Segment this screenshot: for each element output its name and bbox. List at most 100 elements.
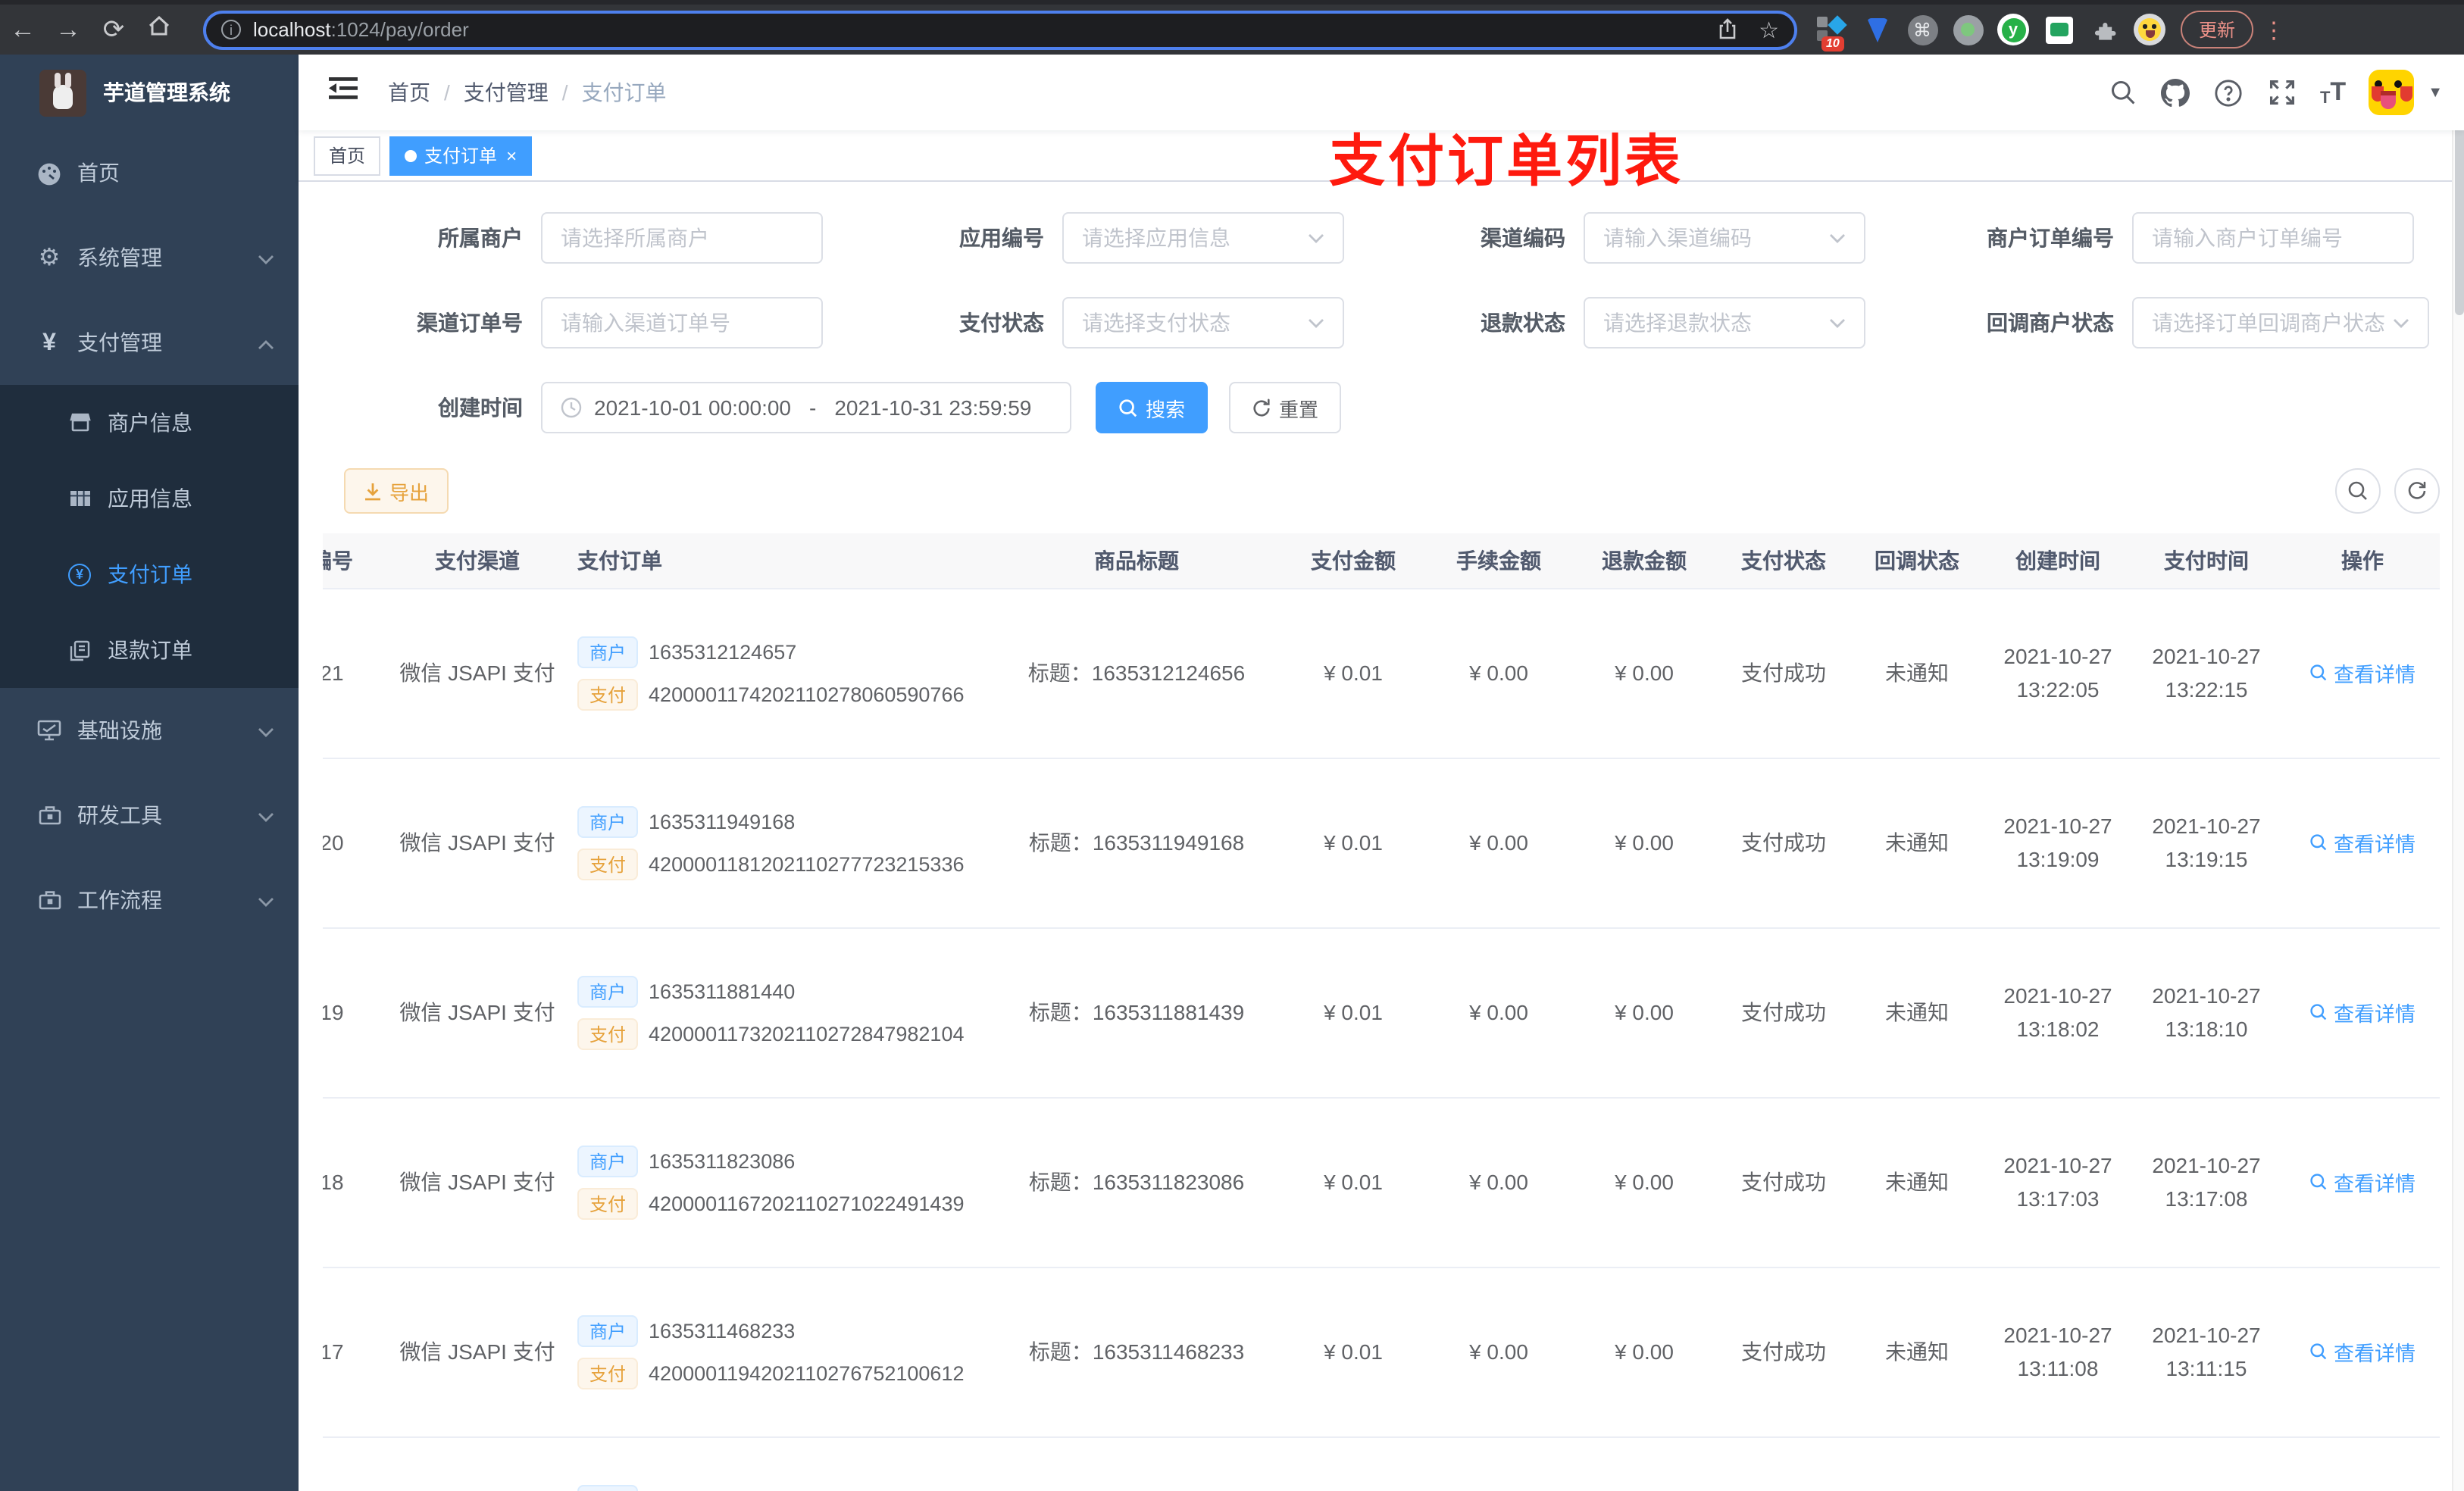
cell-id: 17 xyxy=(323,1267,392,1437)
browser-home-icon[interactable] xyxy=(136,14,182,45)
col-pay-time: 支付时间 xyxy=(2132,533,2281,589)
pay-date: 2021-10-27 xyxy=(2152,1323,2261,1347)
view-detail-link[interactable]: 查看详情 xyxy=(2309,658,2416,688)
sidebar-item-pay[interactable]: ¥ 支付管理 xyxy=(0,300,299,385)
tab-home[interactable]: 首页 xyxy=(314,136,381,175)
cell-id: 19 xyxy=(323,927,392,1098)
sidebar-item-app-info[interactable]: 应用信息 xyxy=(0,461,299,536)
channel-pay-no: 4200001194202110276752100612 xyxy=(649,1361,965,1384)
title-value: 1635311823086 xyxy=(1092,1170,1245,1194)
view-detail-link[interactable]: 查看详情 xyxy=(2309,997,2416,1027)
view-detail-label: 查看详情 xyxy=(2334,1343,2416,1365)
merchant-order-no: 1635311949168 xyxy=(649,810,796,833)
sidebar-item-workflow[interactable]: 工作流程 xyxy=(0,858,299,942)
cell-channel: 微信 JSAPI 支付 xyxy=(392,758,562,928)
view-detail-link[interactable]: 查看详情 xyxy=(2309,827,2416,858)
cell-actions: 查看详情 xyxy=(2281,1267,2440,1437)
sidebar-item-infra[interactable]: 基础设施 xyxy=(0,688,299,773)
cell-pay-order: 商户 1635311468233 支付 42000011942021102767… xyxy=(562,1267,993,1437)
title-value: 1635311881439 xyxy=(1092,1000,1245,1024)
extension-tasks-icon[interactable]: 10 xyxy=(1815,14,1847,52)
cell-callback-status: 未通知 xyxy=(1850,1267,1984,1437)
refresh-table-button[interactable] xyxy=(2394,468,2440,514)
extension-command-icon[interactable]: ⌘ xyxy=(1906,14,1938,45)
url-path: :1024/pay/order xyxy=(330,18,469,41)
tab-close-icon[interactable]: × xyxy=(506,146,517,164)
sidebar-item-devtools[interactable]: 研发工具 xyxy=(0,773,299,858)
chevron-down-icon xyxy=(1830,318,1845,327)
view-detail-link[interactable]: 查看详情 xyxy=(2309,1167,2416,1197)
extension-recorder-icon[interactable] xyxy=(1952,14,1984,45)
page-scrollbar[interactable] xyxy=(2452,55,2464,1491)
create-time: 13:17:03 xyxy=(2016,1186,2100,1211)
fullscreen-icon[interactable] xyxy=(2267,77,2297,108)
sidebar-logo[interactable]: 芋道管理系统 xyxy=(0,55,299,130)
app-select[interactable]: 请选择应用信息 xyxy=(1062,212,1344,264)
cell-fee: ¥ 0.00 xyxy=(1426,758,1571,928)
search-button[interactable]: 搜索 xyxy=(1096,382,1209,433)
show-search-toggle-button[interactable] xyxy=(2335,468,2381,514)
channel-code-select[interactable]: 请输入渠道编码 xyxy=(1584,212,1865,264)
callback-status-select[interactable]: 请选择订单回调商户状态 xyxy=(2132,297,2429,349)
extension-gem-icon[interactable] xyxy=(1861,14,1893,45)
channel-pay-no: 4200001174202110278060590766 xyxy=(649,683,965,705)
extension-y-icon[interactable]: y xyxy=(1997,14,2029,45)
extension-puzzle-icon[interactable] xyxy=(2088,14,2120,45)
sidebar-item-system[interactable]: ⚙ 系统管理 xyxy=(0,215,299,300)
create-time-range-picker[interactable]: 2021-10-01 00:00:00 - 2021-10-31 23:59:5… xyxy=(541,382,1071,433)
browser-menu-icon[interactable]: ⋮ xyxy=(2262,16,2285,43)
refresh-icon xyxy=(2408,481,2426,499)
tab-pay-order[interactable]: 支付订单 × xyxy=(389,136,533,175)
cell-refund: ¥ 0.00 xyxy=(1571,1267,1717,1437)
pay-tag: 支付 xyxy=(577,678,639,710)
download-icon xyxy=(365,483,380,500)
pay-date: 2021-10-27 xyxy=(2152,644,2261,668)
channel-order-no-input[interactable] xyxy=(541,297,823,349)
create-date: 2021-10-27 xyxy=(2003,1323,2112,1347)
cell-fee xyxy=(1426,1436,1571,1491)
browser-reload-icon[interactable]: ⟳ xyxy=(91,14,136,45)
title-prefix: 标题： xyxy=(1028,1000,1093,1024)
reset-button[interactable]: 重置 xyxy=(1229,382,1342,433)
breadcrumb-home[interactable]: 首页 xyxy=(388,77,430,108)
refund-status-select[interactable]: 请选择退款状态 xyxy=(1584,297,1865,349)
font-size-icon[interactable]: TT xyxy=(2320,77,2346,108)
view-detail-link[interactable]: 查看详情 xyxy=(2309,1336,2416,1367)
help-icon[interactable] xyxy=(2214,77,2244,108)
select-placeholder: 请选择应用信息 xyxy=(1082,226,1230,250)
extension-chat-icon[interactable] xyxy=(2043,14,2075,45)
browser-back-icon[interactable]: ← xyxy=(0,14,45,45)
dashboard-icon xyxy=(36,160,62,186)
pay-status-select[interactable]: 请选择支付状态 xyxy=(1062,297,1344,349)
merchant-input[interactable] xyxy=(541,212,823,264)
merchant-order-no-input[interactable] xyxy=(2132,212,2414,264)
avatar[interactable] xyxy=(2369,70,2415,115)
sidebar-item-merchant-info[interactable]: 商户信息 xyxy=(0,385,299,461)
browser-forward-icon[interactable]: → xyxy=(45,14,91,45)
avatar-caret-icon[interactable]: ▼ xyxy=(2428,84,2443,101)
create-date: 2021-10-27 xyxy=(2003,814,2112,838)
orders-table: 编号 支付渠道 支付订单 商品标题 支付金额 手续金额 退款金额 支付状态 回调… xyxy=(323,533,2440,1491)
search-icon[interactable] xyxy=(2108,77,2138,108)
sidebar-item-pay-order[interactable]: ¥ 支付订单 xyxy=(0,536,299,612)
cell-refund: ¥ 0.00 xyxy=(1571,588,1717,758)
browser-update-button[interactable]: 更新 xyxy=(2181,11,2254,48)
sidebar-item-refund-order[interactable]: 退款订单 xyxy=(0,612,299,688)
share-icon[interactable] xyxy=(1716,18,1737,41)
address-bar[interactable]: i localhost:1024/pay/order ☆ xyxy=(203,10,1797,49)
pay-time: 13:19:15 xyxy=(2165,847,2248,871)
chevron-down-icon xyxy=(1309,233,1324,242)
cell-title: 标题：1635311949168 xyxy=(993,758,1280,928)
github-icon[interactable] xyxy=(2161,77,2191,108)
extension-emoji-icon[interactable] xyxy=(2134,14,2165,45)
export-button[interactable]: 导出 xyxy=(344,468,449,514)
bookmark-star-icon[interactable]: ☆ xyxy=(1759,16,1779,43)
title-value: 1635311949168 xyxy=(1092,830,1245,855)
site-info-icon[interactable]: i xyxy=(221,20,241,39)
title-prefix: 标题： xyxy=(1028,1170,1093,1194)
breadcrumb-separator: / xyxy=(561,80,568,105)
sidebar-collapse-icon[interactable] xyxy=(320,76,367,109)
sidebar-item-home[interactable]: 首页 xyxy=(0,130,299,215)
cell-amount: ¥ 0.01 xyxy=(1280,1267,1426,1437)
breadcrumb-pay[interactable]: 支付管理 xyxy=(464,77,549,108)
